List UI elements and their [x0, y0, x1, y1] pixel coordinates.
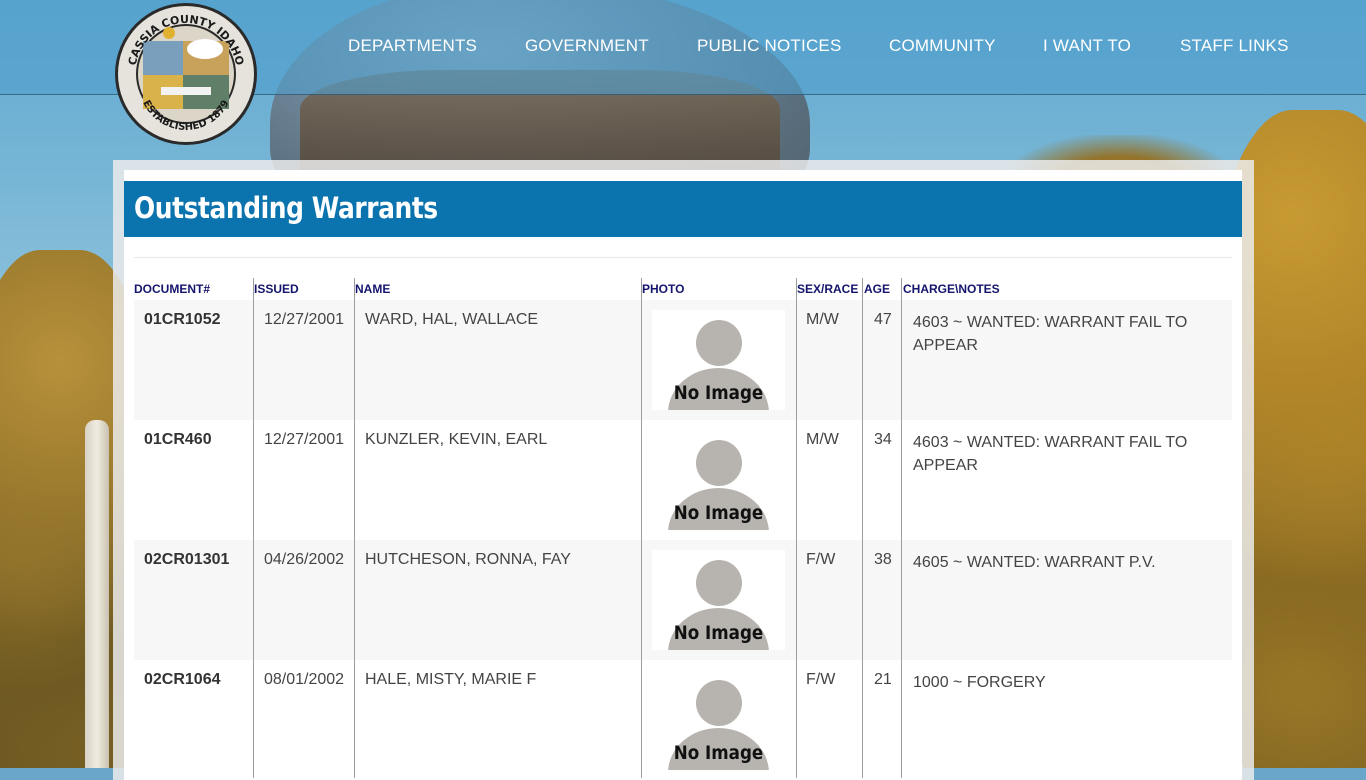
document-number[interactable]: 01CR1052: [144, 311, 221, 329]
column-divider: [354, 278, 355, 778]
person-name[interactable]: KUNZLER, KEVIN, EARL: [365, 431, 547, 449]
column-divider: [641, 278, 642, 778]
silhouette-head-icon: [696, 680, 742, 726]
column-header-issued[interactable]: ISSUED: [254, 282, 299, 296]
charge-notes: 1000 ~ FORGERY: [913, 674, 1046, 691]
column-header-document[interactable]: DOCUMENT#: [134, 282, 210, 296]
issued-date: 12/27/2001: [264, 311, 345, 328]
column-header-charge-notes[interactable]: CHARGE\NOTES: [903, 282, 1000, 296]
sex-race: M/W: [806, 311, 839, 328]
column-divider: [796, 278, 797, 778]
age: 34: [874, 431, 892, 448]
column-divider: [862, 278, 863, 778]
county-seal-logo[interactable]: CASSIA COUNTY IDAHO ESTABLISHED 1879: [113, 1, 259, 147]
no-image-label: No Image: [673, 742, 764, 764]
column-header-sex-race[interactable]: SEX/RACE: [797, 282, 858, 296]
age: 21: [874, 671, 892, 688]
charge-notes: 4603 ~ WANTED: WARRANT FAIL TO APPEAR: [913, 434, 1188, 474]
nav-departments[interactable]: DEPARTMENTS: [348, 36, 477, 56]
charge-notes: 4603 ~ WANTED: WARRANT FAIL TO APPEAR: [913, 314, 1188, 354]
no-image-photo[interactable]: No Image: [652, 430, 785, 530]
nav-community[interactable]: COMMUNITY: [889, 36, 996, 56]
issued-date: 08/01/2002: [264, 671, 345, 688]
no-image-label: No Image: [673, 622, 764, 644]
no-image-label: No Image: [673, 502, 764, 524]
no-image-label: No Image: [673, 382, 764, 404]
silhouette-head-icon: [696, 440, 742, 486]
document-number[interactable]: 01CR460: [144, 431, 212, 449]
column-divider: [901, 278, 902, 778]
person-name[interactable]: HALE, MISTY, MARIE F: [365, 671, 536, 689]
column-divider: [253, 278, 254, 778]
column-header-age[interactable]: AGE: [864, 282, 890, 296]
charge-notes: 4605 ~ WANTED: WARRANT P.V.: [913, 554, 1156, 571]
silhouette-head-icon: [696, 320, 742, 366]
nav-staff-links[interactable]: STAFF LINKS: [1180, 36, 1289, 56]
document-number[interactable]: 02CR01301: [144, 551, 229, 569]
no-image-photo[interactable]: No Image: [652, 670, 785, 770]
column-header-photo: PHOTO: [642, 282, 685, 296]
issued-date: 04/26/2002: [264, 551, 345, 568]
aspen-trunk: [85, 420, 109, 768]
sex-race: F/W: [806, 671, 836, 688]
nav-i-want-to[interactable]: I WANT TO: [1043, 36, 1131, 56]
document-number[interactable]: 02CR1064: [144, 671, 221, 689]
nav-public-notices[interactable]: PUBLIC NOTICES: [697, 36, 842, 56]
no-image-photo[interactable]: No Image: [652, 310, 785, 410]
issued-date: 12/27/2001: [264, 431, 345, 448]
person-name[interactable]: WARD, HAL, WALLACE: [365, 311, 538, 329]
column-header-name[interactable]: NAME: [355, 282, 390, 296]
person-name[interactable]: HUTCHESON, RONNA, FAY: [365, 551, 571, 569]
age: 47: [874, 311, 892, 328]
age: 38: [874, 551, 892, 568]
sex-race: F/W: [806, 551, 836, 568]
page-title: Outstanding Warrants: [134, 191, 438, 225]
silhouette-head-icon: [696, 560, 742, 606]
sex-race: M/W: [806, 431, 839, 448]
divider: [134, 257, 1232, 258]
no-image-photo[interactable]: No Image: [652, 550, 785, 650]
nav-government[interactable]: GOVERNMENT: [525, 36, 649, 56]
